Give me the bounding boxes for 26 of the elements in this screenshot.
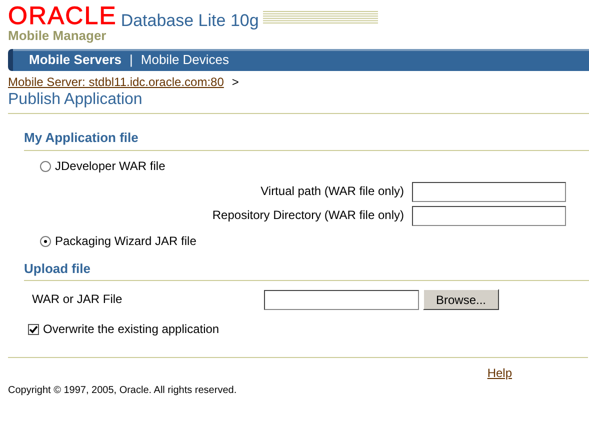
- text-field[interactable]: [412, 182, 566, 202]
- field-label: Repository Directory (WAR file only): [212, 208, 404, 224]
- field-label: Virtual path (WAR file only): [260, 184, 404, 200]
- tab-separator: |: [128, 52, 134, 68]
- checkbox[interactable]: [28, 324, 39, 336]
- text-field[interactable]: [412, 206, 566, 226]
- radio-button[interactable]: [40, 236, 51, 247]
- checkbox-label: Overwrite the existing application: [43, 322, 220, 338]
- breadcrumb-link[interactable]: Mobile Server: stdbl11.idc.oracle.com:80: [8, 75, 224, 90]
- help-link[interactable]: Help: [487, 366, 512, 382]
- field-label: WAR or JAR File: [32, 292, 122, 308]
- radio-label: Packaging Wizard JAR file: [55, 234, 196, 249]
- section-title: My Application file: [24, 130, 140, 146]
- oracle-logo: ORACLE: [8, 4, 117, 29]
- file-field[interactable]: [264, 290, 419, 310]
- radio-label: JDeveloper WAR file: [55, 158, 166, 174]
- product-name: Database Lite 10g: [120, 12, 259, 29]
- copyright-text: Copyright © 1997, 2005, Oracle. All rights reserved.: [7, 385, 238, 398]
- section-title: Upload file: [24, 260, 92, 276]
- nav-tab[interactable]: Mobile Devices: [136, 52, 234, 68]
- browse-button[interactable]: Browse...: [422, 289, 499, 310]
- page-title: Publish Application: [8, 90, 144, 110]
- app-subtitle: Mobile Manager: [7, 29, 108, 42]
- radio-button[interactable]: [40, 160, 51, 172]
- breadcrumb-separator: >: [232, 75, 239, 90]
- nav-tab[interactable]: Mobile Servers: [25, 52, 126, 68]
